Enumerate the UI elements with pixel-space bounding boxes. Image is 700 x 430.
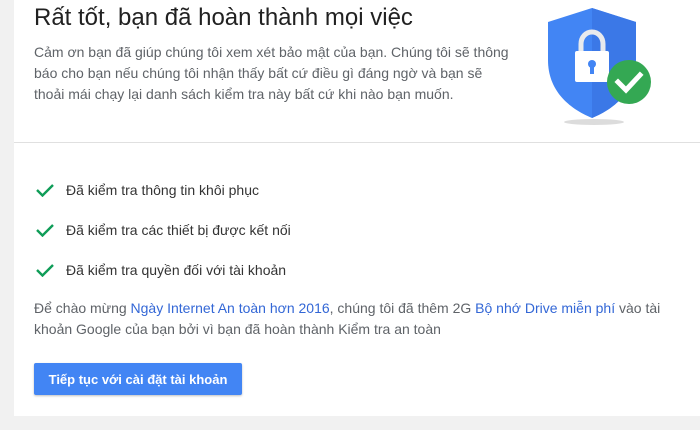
free-drive-storage-link[interactable]: Bộ nhớ Drive miễn phí bbox=[475, 300, 615, 316]
promo-message: Để chào mừng Ngày Internet An toàn hơn 2… bbox=[34, 298, 674, 340]
checklist-item-devices: Đã kiểm tra các thiết bị được kết nối bbox=[36, 210, 291, 250]
security-checkup-card: Rất tốt, bạn đã hoàn thành mọi việc Cảm … bbox=[14, 0, 700, 416]
checklist-item-label: Đã kiểm tra quyền đối với tài khoản bbox=[66, 262, 287, 278]
checklist-item-label: Đã kiểm tra các thiết bị được kết nối bbox=[66, 222, 291, 238]
safer-internet-day-link[interactable]: Ngày Internet An toàn hơn 2016 bbox=[131, 300, 330, 316]
checkmark-icon bbox=[36, 183, 54, 198]
continue-to-account-settings-button[interactable]: Tiếp tục với cài đặt tài khoản bbox=[34, 363, 242, 395]
checklist-item-permissions: Đã kiểm tra quyền đối với tài khoản bbox=[36, 250, 291, 290]
shield-lock-check-icon bbox=[534, 4, 664, 130]
promo-prefix: Để chào mừng bbox=[34, 300, 131, 316]
promo-middle: , chúng tôi đã thêm 2G bbox=[329, 300, 476, 316]
page-description: Cảm ơn bạn đã giúp chúng tôi xem xét bảo… bbox=[34, 44, 509, 102]
checklist: Đã kiểm tra thông tin khôi phục Đã kiểm … bbox=[36, 170, 291, 290]
page-title: Rất tốt, bạn đã hoàn thành mọi việc bbox=[34, 4, 413, 31]
checklist-item-label: Đã kiểm tra thông tin khôi phục bbox=[66, 182, 259, 198]
checkmark-icon bbox=[36, 223, 54, 238]
checkmark-icon bbox=[36, 263, 54, 278]
section-divider bbox=[14, 142, 700, 143]
checklist-item-recovery: Đã kiểm tra thông tin khôi phục bbox=[36, 170, 291, 210]
